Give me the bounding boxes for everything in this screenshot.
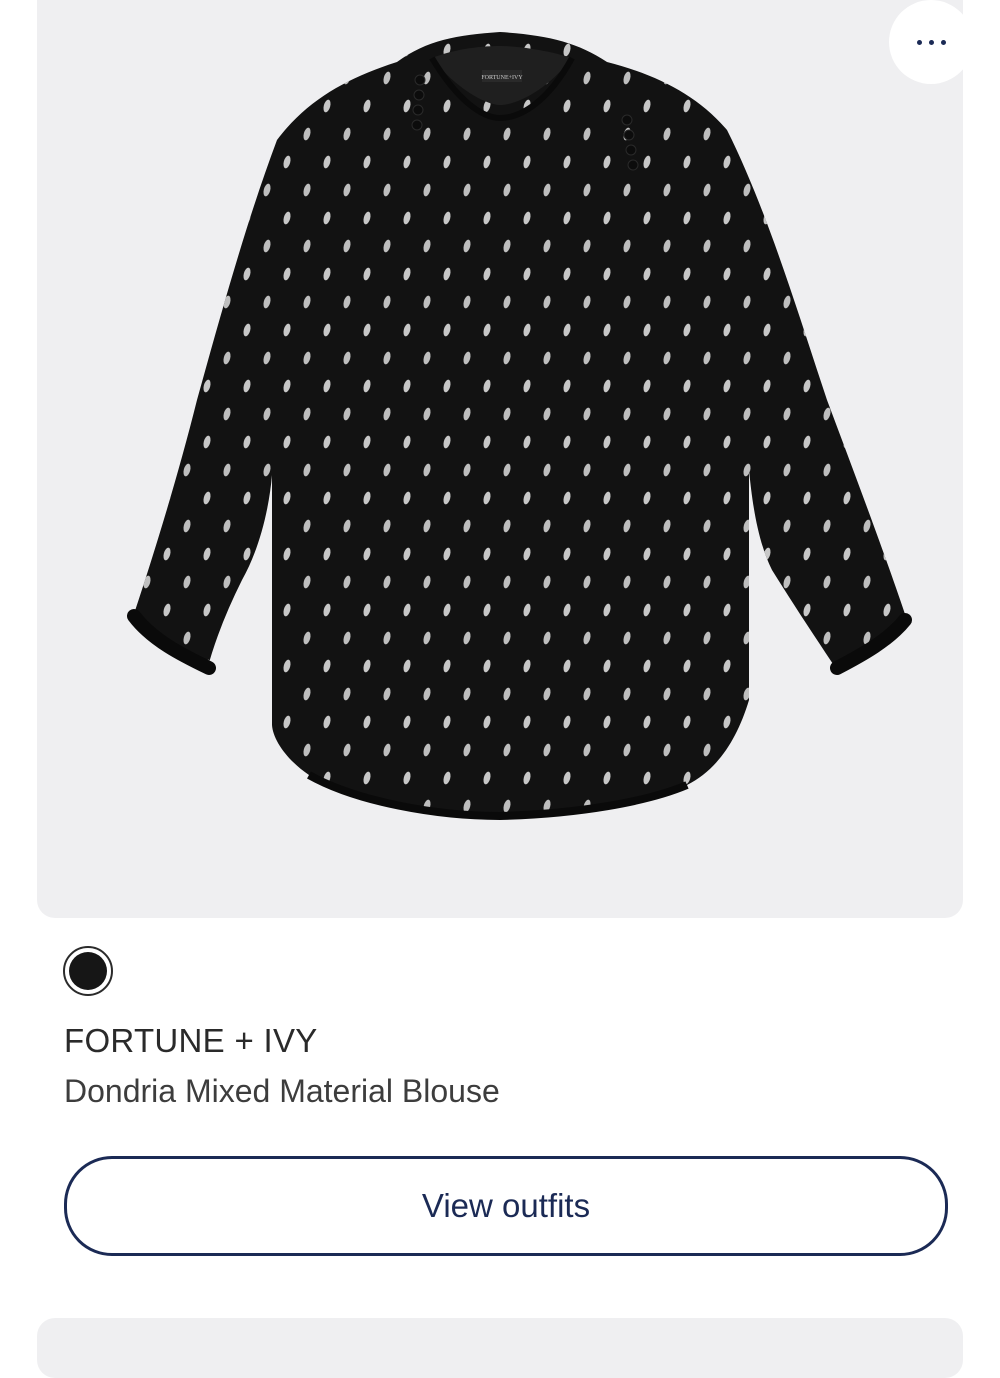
next-product-card[interactable] <box>37 1318 963 1378</box>
view-outfits-button[interactable]: View outfits <box>64 1156 948 1256</box>
brand-name: FORTUNE + IVY <box>64 1022 318 1059</box>
product-image-card[interactable]: FORTUNE+IVY <box>37 0 963 918</box>
garment-label-text: FORTUNE+IVY <box>481 75 523 81</box>
more-options-button[interactable] <box>889 0 963 84</box>
product-image: FORTUNE+IVY <box>127 32 912 821</box>
swatch-color-fill <box>69 952 107 990</box>
color-swatch-black[interactable] <box>63 946 113 996</box>
more-horizontal-icon <box>916 39 946 45</box>
product-name: Dondria Mixed Material Blouse <box>64 1073 500 1109</box>
